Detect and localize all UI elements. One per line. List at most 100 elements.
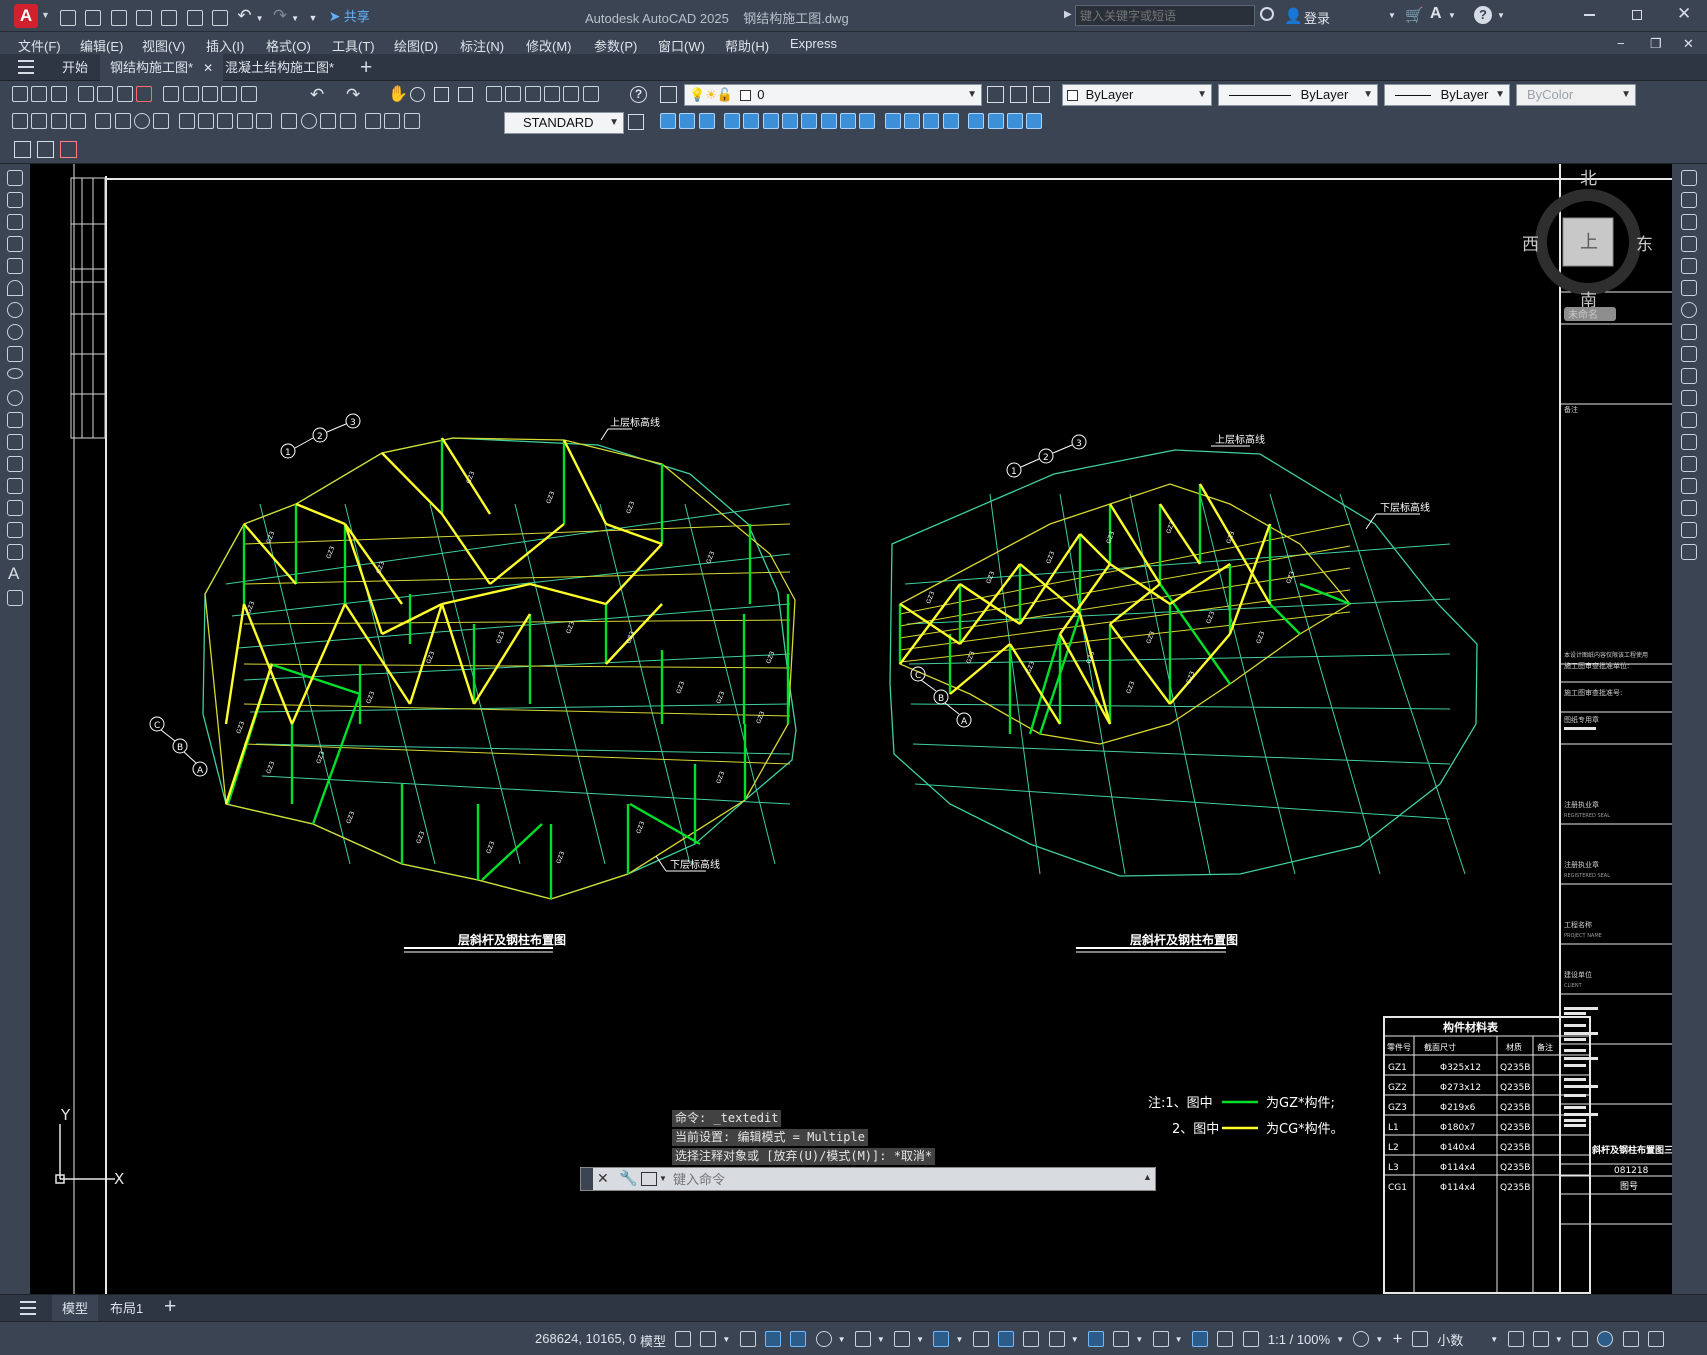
dim-aligned-icon[interactable]: [31, 113, 48, 129]
user-icon[interactable]: 👤: [1284, 7, 1303, 25]
search-input[interactable]: [1075, 5, 1255, 26]
copy-object-icon[interactable]: [679, 113, 696, 129]
scale-side-icon[interactable]: [1681, 324, 1697, 340]
layer-freeze-icon[interactable]: ☀: [705, 87, 717, 102]
make-block-icon[interactable]: [7, 434, 23, 450]
left-diagonal-member[interactable]: [562, 439, 608, 525]
print-icon[interactable]: [78, 86, 95, 102]
new-tab-plus-icon[interactable]: +: [360, 56, 372, 80]
tab-model[interactable]: 模型: [52, 1295, 99, 1322]
left-upper-chord[interactable]: [204, 437, 796, 900]
save-icon[interactable]: [110, 9, 127, 26]
move-side-icon[interactable]: [1681, 280, 1697, 296]
point-icon[interactable]: [7, 456, 23, 472]
rotate-side-icon[interactable]: [1681, 302, 1697, 318]
units-value[interactable]: 小数: [1437, 1330, 1463, 1349]
hamburger-menu-icon[interactable]: [18, 60, 34, 74]
spline-icon[interactable]: [7, 346, 23, 362]
left-grid-line[interactable]: [225, 503, 791, 585]
autodesk-app-icon[interactable]: A: [1430, 5, 1442, 23]
right-diagonal-member[interactable]: [1159, 503, 1201, 565]
preview-icon[interactable]: [97, 86, 114, 102]
cart-icon[interactable]: 🛒: [1405, 6, 1424, 24]
command-recent-dropdown-icon[interactable]: ▼: [659, 1174, 667, 1183]
break-side-icon[interactable]: [1681, 434, 1697, 450]
menu-close-icon[interactable]: ✕: [1683, 36, 1694, 52]
gradient-icon[interactable]: [7, 500, 23, 516]
annotation-scale-value[interactable]: 1:1 / 100%: [1268, 1332, 1330, 1347]
linetype-combo[interactable]: ByLayer ▼: [1218, 84, 1378, 106]
snap-icon[interactable]: [700, 1331, 717, 1347]
menu-item-12[interactable]: Express: [790, 36, 837, 51]
tab-layout1[interactable]: 布局1: [100, 1295, 153, 1322]
mirror-icon[interactable]: [698, 113, 715, 129]
circle-icon[interactable]: [7, 302, 23, 318]
matchprop-icon[interactable]: [221, 86, 238, 102]
tab-steel-structure[interactable]: 钢结构施工图* ✕: [100, 54, 224, 81]
construction-line-icon[interactable]: [7, 192, 23, 208]
tool-palettes-icon[interactable]: [524, 86, 541, 102]
right-diagonal-member[interactable]: [949, 643, 1011, 695]
layer-dropdown-icon[interactable]: ▼: [967, 85, 977, 105]
left-grid-line[interactable]: [261, 775, 791, 805]
right-upper-grid[interactable]: [899, 523, 1351, 615]
drawing-canvas[interactable]: Y X GZ3 GZ3 GZ3 GZ3 GZ3 GZ3 GZ3 GZ3 GZ3 GZ3 GZ3 GZ3…: [30, 164, 1672, 1294]
fillet-side-icon[interactable]: [1681, 500, 1697, 516]
menu-item-0[interactable]: 文件(F): [18, 36, 61, 55]
workspace-settings-icon[interactable]: [60, 141, 77, 158]
lineweight-combo[interactable]: ByLayer ▼: [1384, 84, 1510, 106]
left-diagonal-member[interactable]: [472, 613, 532, 705]
annotation-visibility-icon[interactable]: [1191, 1331, 1208, 1347]
revision-cloud-icon[interactable]: [7, 324, 23, 340]
textstyle-dropdown-icon[interactable]: ▼: [609, 113, 619, 133]
array-icon[interactable]: [743, 113, 760, 129]
copy-icon[interactable]: [182, 86, 199, 102]
workspace-switch-icon[interactable]: [1353, 1331, 1370, 1347]
left-grid-line[interactable]: [255, 743, 791, 755]
command-grip-icon[interactable]: [581, 1168, 593, 1190]
polygon-icon[interactable]: [7, 236, 23, 252]
left-grid-line[interactable]: [344, 503, 436, 865]
left-diagonal-member[interactable]: [489, 523, 565, 585]
menu-item-5[interactable]: 工具(T): [332, 36, 375, 55]
pan-icon[interactable]: ✋: [388, 84, 408, 104]
open-icon[interactable]: [31, 86, 48, 102]
auto-scale-icon[interactable]: [1217, 1331, 1234, 1347]
dim-angular-icon[interactable]: [153, 113, 170, 129]
zoom-realtime-icon[interactable]: [410, 87, 425, 102]
qsave-icon[interactable]: [50, 86, 67, 102]
trim-icon[interactable]: [840, 113, 857, 129]
annotation-monitor-icon[interactable]: +: [1393, 1329, 1403, 1349]
mirror-side-icon[interactable]: [1681, 214, 1697, 230]
explode-side-icon[interactable]: [1681, 544, 1697, 560]
scale-icon[interactable]: [801, 113, 818, 129]
command-customize-icon[interactable]: 🔧: [619, 1169, 638, 1187]
gizmo-icon[interactable]: [1152, 1331, 1169, 1347]
dim-text-edit-icon[interactable]: [384, 113, 401, 129]
viewcube-west[interactable]: 西: [1522, 235, 1539, 255]
rotate-icon[interactable]: [782, 113, 799, 129]
menu-item-7[interactable]: 标注(N): [460, 36, 504, 55]
color-combo[interactable]: ByLayer ▼: [1062, 84, 1212, 106]
object-snap-tracking-icon[interactable]: [894, 1331, 911, 1347]
right-diagonal-member[interactable]: [1078, 613, 1112, 725]
app-logo-button[interactable]: A: [14, 4, 38, 28]
explode-icon[interactable]: [1006, 113, 1023, 129]
publish-icon[interactable]: [116, 86, 133, 102]
paste-icon[interactable]: [202, 86, 219, 102]
customize-qat-icon[interactable]: ▼: [308, 13, 317, 23]
search-icon[interactable]: [1260, 7, 1274, 21]
lineweight-toggle-icon[interactable]: [972, 1331, 989, 1347]
extend-side-icon[interactable]: [1681, 390, 1697, 406]
login-dropdown-icon[interactable]: ▼: [1388, 11, 1396, 20]
dynamic-ucs-icon[interactable]: [1088, 1331, 1104, 1347]
dim-update-icon[interactable]: [403, 113, 420, 129]
hatch-icon[interactable]: [7, 478, 23, 494]
fillet-icon[interactable]: [968, 113, 985, 129]
quick-dim-icon[interactable]: [178, 113, 195, 129]
maximize-icon[interactable]: [1632, 10, 1642, 20]
calculator-icon[interactable]: [582, 86, 599, 102]
dim-baseline-icon[interactable]: [198, 113, 215, 129]
polar-dropdown-icon[interactable]: ▼: [838, 1335, 846, 1344]
layer-on-icon[interactable]: 💡: [689, 87, 705, 102]
